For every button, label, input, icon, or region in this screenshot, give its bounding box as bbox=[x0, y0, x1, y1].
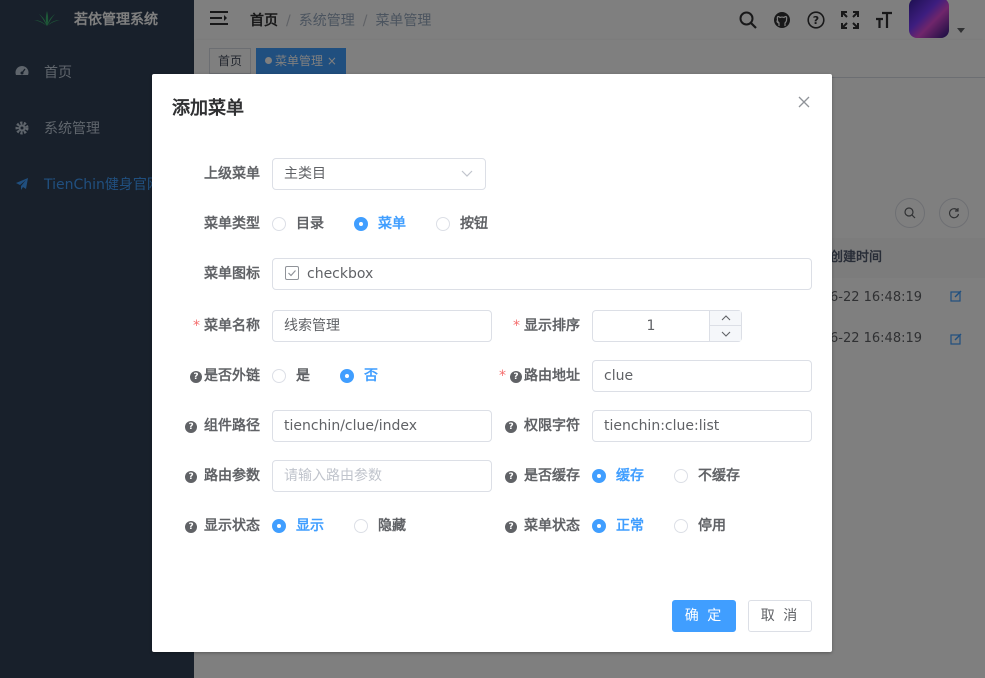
question-icon: ? bbox=[505, 521, 518, 533]
menu-type-radio-menu[interactable]: 菜单 bbox=[354, 208, 406, 240]
dialog-title: 添加菜单 bbox=[172, 98, 244, 119]
question-icon: ? bbox=[190, 371, 202, 383]
perms-input[interactable]: tienchin:clue:list bbox=[592, 410, 812, 442]
question-icon: ? bbox=[185, 421, 198, 433]
is-frame-label: ? 是否外链 bbox=[190, 360, 260, 392]
is-cache-radio-cache[interactable]: 缓存 bbox=[592, 460, 644, 492]
is-frame-radio-yes[interactable]: 是 bbox=[272, 360, 310, 392]
component-input[interactable]: tienchin/clue/index bbox=[272, 410, 492, 442]
chevron-up-icon[interactable] bbox=[710, 311, 741, 326]
menu-type-radio-button[interactable]: 按钮 bbox=[436, 208, 488, 240]
chevron-down-icon bbox=[461, 159, 473, 189]
menu-type-radio-directory[interactable]: 目录 bbox=[272, 208, 324, 240]
query-input[interactable]: 请输入路由参数 bbox=[272, 460, 492, 492]
close-icon[interactable] bbox=[798, 96, 812, 110]
visible-radio-show[interactable]: 显示 bbox=[272, 510, 324, 542]
confirm-button[interactable]: 确 定 bbox=[672, 600, 736, 632]
order-stepper[interactable]: 1 bbox=[592, 310, 742, 342]
path-label: *? 路由地址 bbox=[499, 368, 580, 384]
menu-name-label: * 菜单名称 bbox=[193, 318, 260, 334]
status-label: ? 菜单状态 bbox=[505, 510, 580, 542]
question-icon: ? bbox=[510, 371, 522, 383]
status-radio-disabled[interactable]: 停用 bbox=[674, 510, 726, 542]
visible-label: ? 显示状态 bbox=[185, 510, 260, 542]
menu-name-input[interactable]: 线索管理 bbox=[272, 310, 492, 342]
is-frame-radio-no[interactable]: 否 bbox=[340, 360, 378, 392]
order-value[interactable]: 1 bbox=[593, 311, 709, 341]
checkbox-icon bbox=[285, 266, 299, 280]
query-label: ? 路由参数 bbox=[185, 460, 260, 492]
cancel-button[interactable]: 取 消 bbox=[748, 600, 812, 632]
menu-icon-label: 菜单图标 bbox=[204, 266, 260, 282]
is-cache-radio-nocache[interactable]: 不缓存 bbox=[674, 460, 740, 492]
add-menu-dialog: 添加菜单 上级菜单 主类目 菜单类型 目录 菜单 按钮 菜单图标 checkbo… bbox=[152, 74, 832, 652]
perms-label: ? 权限字符 bbox=[505, 410, 580, 442]
menu-type-label: 菜单类型 bbox=[204, 216, 260, 232]
question-icon: ? bbox=[185, 471, 198, 483]
status-radio-normal[interactable]: 正常 bbox=[592, 510, 644, 542]
component-label: ? 组件路径 bbox=[185, 410, 260, 442]
menu-icon-input[interactable]: checkbox bbox=[272, 258, 812, 290]
chevron-down-icon[interactable] bbox=[710, 326, 741, 341]
visible-radio-hide[interactable]: 隐藏 bbox=[354, 510, 406, 542]
parent-menu-select[interactable]: 主类目 bbox=[272, 158, 486, 190]
is-cache-label: ? 是否缓存 bbox=[505, 460, 580, 492]
parent-menu-label: 上级菜单 bbox=[204, 166, 260, 182]
question-icon: ? bbox=[505, 421, 518, 433]
question-icon: ? bbox=[185, 521, 198, 533]
order-label: * 显示排序 bbox=[513, 318, 580, 334]
path-input[interactable]: clue bbox=[592, 360, 812, 392]
question-icon: ? bbox=[505, 471, 518, 483]
